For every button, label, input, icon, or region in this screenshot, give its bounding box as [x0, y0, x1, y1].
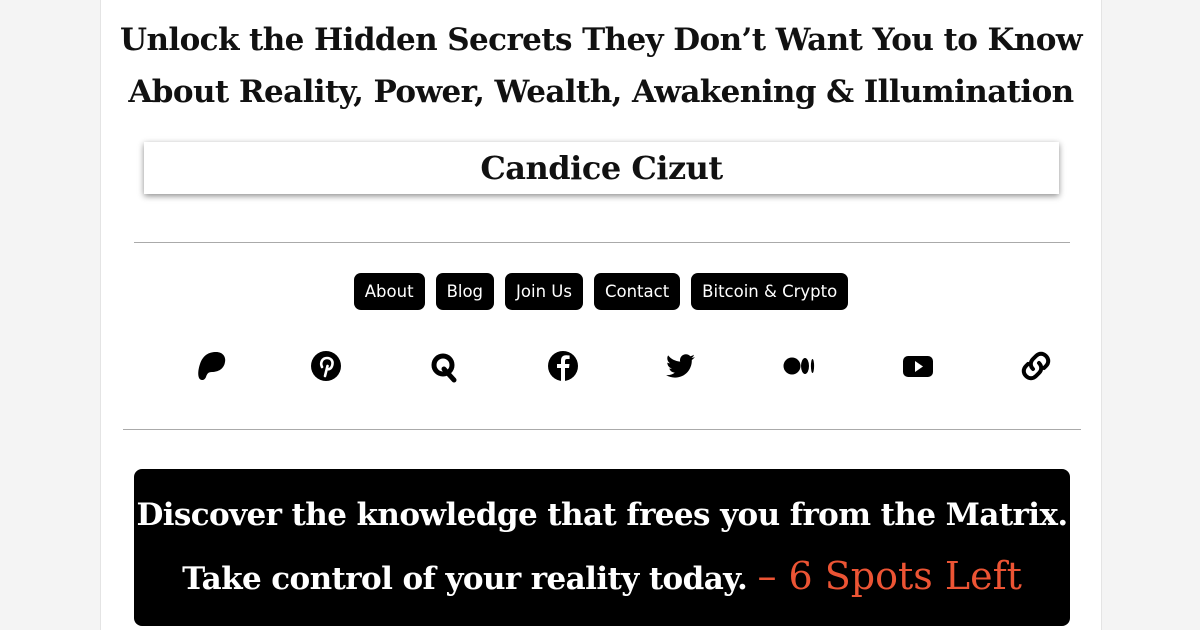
headline-line-1: Unlock the Hidden Secrets They Don’t Wan… [120, 22, 1083, 58]
medium-icon[interactable] [779, 346, 819, 386]
nav-contact-button[interactable]: Contact [593, 273, 681, 310]
cta-line-2-text: Take control of your reality today. [182, 561, 748, 597]
cta-line-1: Discover the knowledge that frees you fr… [136, 497, 1068, 533]
cta-banner[interactable]: Discover the knowledge that frees you fr… [134, 469, 1070, 626]
nav-bitcoin-crypto-button[interactable]: Bitcoin & Crypto [691, 273, 849, 310]
facebook-icon[interactable] [543, 346, 583, 386]
twitter-icon[interactable] [661, 346, 701, 386]
page-container: Unlock the Hidden Secrets They Don’t Wan… [100, 0, 1102, 630]
nav-blog-button[interactable]: Blog [435, 273, 495, 310]
social-links [101, 346, 1101, 386]
divider-bottom [123, 429, 1081, 430]
headline-line-2: About Reality, Power, Wealth, Awakening … [128, 74, 1074, 110]
quora-icon[interactable] [424, 346, 464, 386]
divider-top [134, 242, 1070, 243]
cta-line-2: Take control of your reality today. – 6 … [134, 554, 1070, 598]
nav-about-button[interactable]: About [353, 273, 425, 310]
nav-join-us-button[interactable]: Join Us [505, 273, 583, 310]
page-headline: Unlock the Hidden Secrets They Don’t Wan… [101, 14, 1101, 118]
pinterest-icon[interactable] [306, 346, 346, 386]
author-name-box: Candice Cizut [144, 142, 1059, 194]
author-name: Candice Cizut [480, 149, 723, 187]
link-icon[interactable] [1016, 346, 1056, 386]
spots-left-text: – 6 Spots Left [757, 554, 1022, 598]
nav-menu: About Blog Join Us Contact Bitcoin & Cry… [101, 273, 1101, 310]
patreon-icon[interactable] [192, 346, 232, 386]
youtube-icon[interactable] [898, 346, 938, 386]
